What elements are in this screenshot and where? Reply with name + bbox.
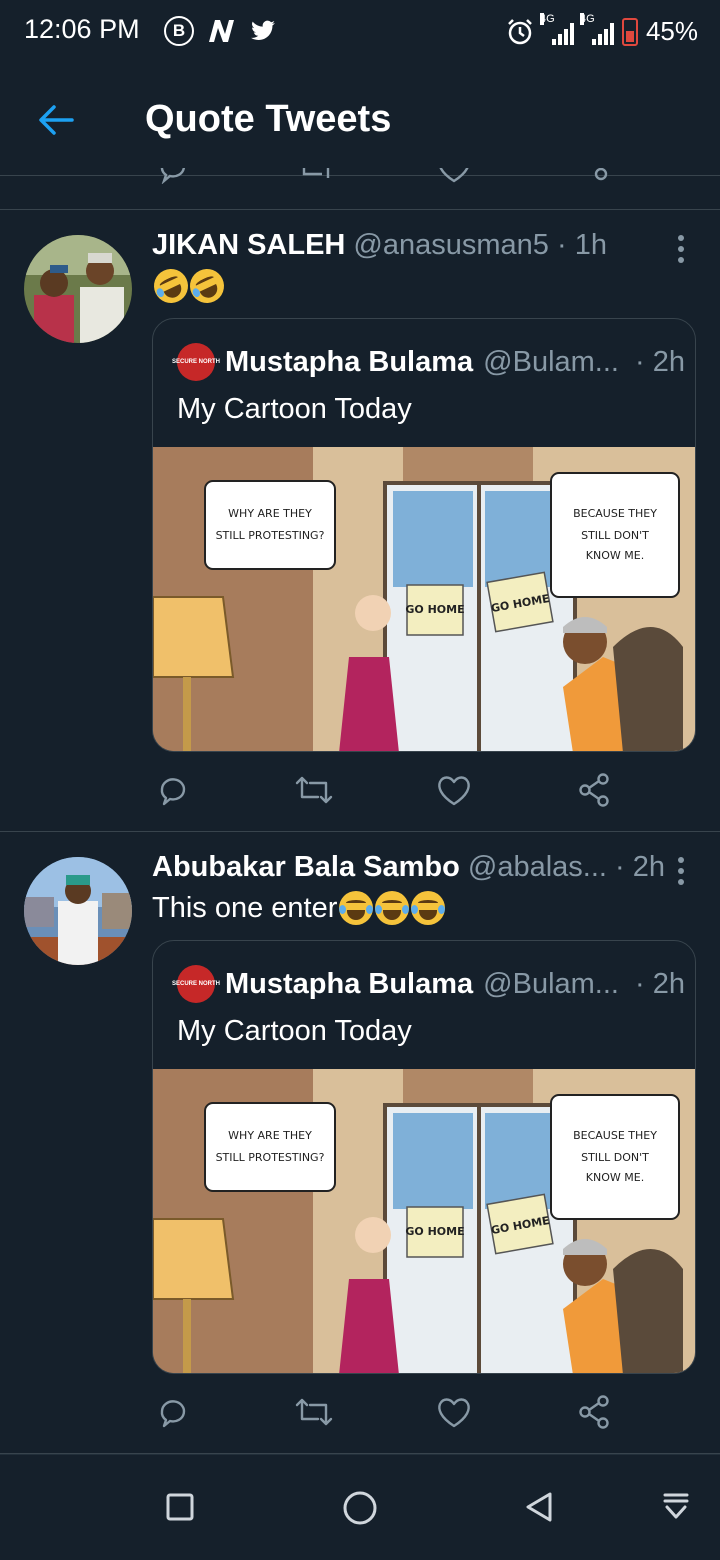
author-handle: @anasusman5	[353, 229, 549, 261]
bubble-left-text-2: STILL PROTESTING?	[216, 1151, 325, 1164]
share-icon[interactable]	[576, 773, 612, 807]
status-system-icons: 4G 4G 45%	[506, 12, 698, 47]
tweet-actions	[152, 773, 622, 813]
share-icon[interactable]	[576, 168, 612, 184]
sign-1-text: GO HOME	[405, 603, 464, 616]
recents-square-icon[interactable]	[165, 1492, 195, 1522]
tweet-text: This one enter	[152, 891, 446, 925]
like-icon[interactable]	[436, 168, 472, 184]
sign-1-text: GO HOME	[405, 1225, 464, 1238]
like-icon[interactable]	[436, 773, 472, 807]
bubble-left-text-2: STILL PROTESTING?	[216, 529, 325, 542]
quoted-tweet-text: My Cartoon Today	[177, 393, 412, 425]
share-icon[interactable]	[576, 1395, 612, 1429]
system-nav-bar	[0, 1454, 720, 1560]
retweet-icon[interactable]	[294, 1395, 334, 1429]
quoted-author-name: Mustapha Bulama	[225, 345, 474, 378]
status-bar: 12:06 PM B 4G 4G 45%	[0, 0, 720, 64]
more-options-icon[interactable]	[678, 857, 684, 885]
tweet-header: JIKAN SALEH @anasusman5 · 1h	[152, 229, 607, 262]
rolling-laughing-emoji-icon	[184, 263, 230, 309]
tears-of-joy-emoji-icon	[339, 891, 374, 925]
quoted-tweet[interactable]: SECURE NORTH Mustapha Bulama @Bulam... ·…	[152, 318, 696, 752]
bubble-left-text: WHY ARE THEY	[228, 507, 312, 520]
quoted-avatar: SECURE NORTH	[172, 343, 220, 381]
reply-icon[interactable]	[156, 773, 190, 807]
signal-icon-2: 4G	[579, 12, 614, 45]
status-time: 12:06 PM	[24, 14, 140, 44]
bubble-right-text-3: KNOW ME.	[586, 1171, 644, 1184]
quoted-tweet-time: · 2h	[634, 345, 685, 378]
quoted-author-handle: @Bulam...	[483, 345, 619, 378]
previous-tweet-actions	[0, 168, 720, 210]
cartoon-image[interactable]: WHY ARE THEY STILL PROTESTING? BECAUSE T…	[153, 447, 696, 752]
rolling-laughing-emoji-icon	[148, 263, 194, 309]
author-name[interactable]: Abubakar Bala Sambo	[152, 851, 460, 883]
app-bar: Quote Tweets	[0, 64, 720, 176]
retweet-icon[interactable]	[294, 773, 334, 807]
quoted-tweet-text: My Cartoon Today	[177, 1015, 412, 1047]
tweet-item[interactable]: JIKAN SALEH @anasusman5 · 1h SECURE NORT…	[0, 211, 720, 832]
tweet-text-content: This one enter	[152, 891, 338, 924]
author-name[interactable]: JIKAN SALEH	[152, 229, 345, 261]
tweet-time: · 1h	[556, 229, 607, 261]
more-options-icon[interactable]	[678, 235, 684, 263]
avatar[interactable]	[24, 235, 132, 343]
bubble-left-text: WHY ARE THEY	[228, 1129, 312, 1142]
network-type-1: 4G	[539, 12, 555, 25]
battery-percent: 45%	[645, 16, 698, 46]
author-handle: @abalas...	[467, 851, 607, 883]
status-notification-icons: B	[164, 16, 278, 46]
quoted-avatar: SECURE NORTH	[172, 965, 220, 1003]
bubble-right-text-2: STILL DON'T	[581, 1151, 649, 1164]
alarm-icon	[508, 18, 532, 44]
quoted-tweet[interactable]: SECURE NORTH Mustapha Bulama @Bulam... ·…	[152, 940, 696, 1374]
reply-icon[interactable]	[156, 1395, 190, 1429]
tears-of-joy-emoji-icon	[375, 891, 410, 925]
quoted-tweet-time: · 2h	[634, 967, 685, 1000]
quoted-author-handle: @Bulam...	[483, 967, 619, 1000]
battery-icon	[621, 17, 638, 46]
back-triangle-icon[interactable]	[524, 1490, 554, 1524]
notification-pull-icon[interactable]	[662, 1491, 690, 1523]
twitter-icon	[251, 20, 275, 40]
bubble-right-text: BECAUSE THEY	[573, 507, 657, 520]
tweet-text	[148, 263, 230, 309]
bubble-right-text-2: STILL DON'T	[581, 529, 649, 542]
arrow-left-icon[interactable]	[36, 100, 76, 140]
quoted-author-name: Mustapha Bulama	[225, 967, 474, 1000]
tweet-item[interactable]: Abubakar Bala Sambo @abalas... · 2h This…	[0, 833, 720, 1454]
page-title: Quote Tweets	[145, 98, 392, 140]
network-type-2: 4G	[579, 12, 595, 25]
signal-icon: 4G	[539, 12, 574, 45]
tweet-time: · 2h	[615, 851, 666, 883]
retweet-icon[interactable]	[296, 168, 336, 184]
like-icon[interactable]	[436, 1395, 472, 1429]
quoted-tweet-header: SECURE NORTH Mustapha Bulama @Bulam... ·…	[172, 343, 685, 381]
n-icon	[209, 20, 234, 42]
bubble-right-text-3: KNOW ME.	[586, 549, 644, 562]
tears-of-joy-emoji-icon	[411, 891, 446, 925]
home-circle-icon[interactable]	[342, 1490, 378, 1526]
tweet-actions	[152, 1395, 622, 1435]
cartoon-image[interactable]: WHY ARE THEY STILL PROTESTING? BECAUSE T…	[153, 1069, 696, 1374]
avatar[interactable]	[24, 857, 132, 965]
b-circle-icon: B	[164, 16, 194, 46]
tweet-header: Abubakar Bala Sambo @abalas... · 2h	[152, 851, 665, 884]
bubble-right-text: BECAUSE THEY	[573, 1129, 657, 1142]
quoted-tweet-header: SECURE NORTH Mustapha Bulama @Bulam... ·…	[172, 965, 685, 1003]
reply-icon[interactable]	[156, 168, 190, 184]
